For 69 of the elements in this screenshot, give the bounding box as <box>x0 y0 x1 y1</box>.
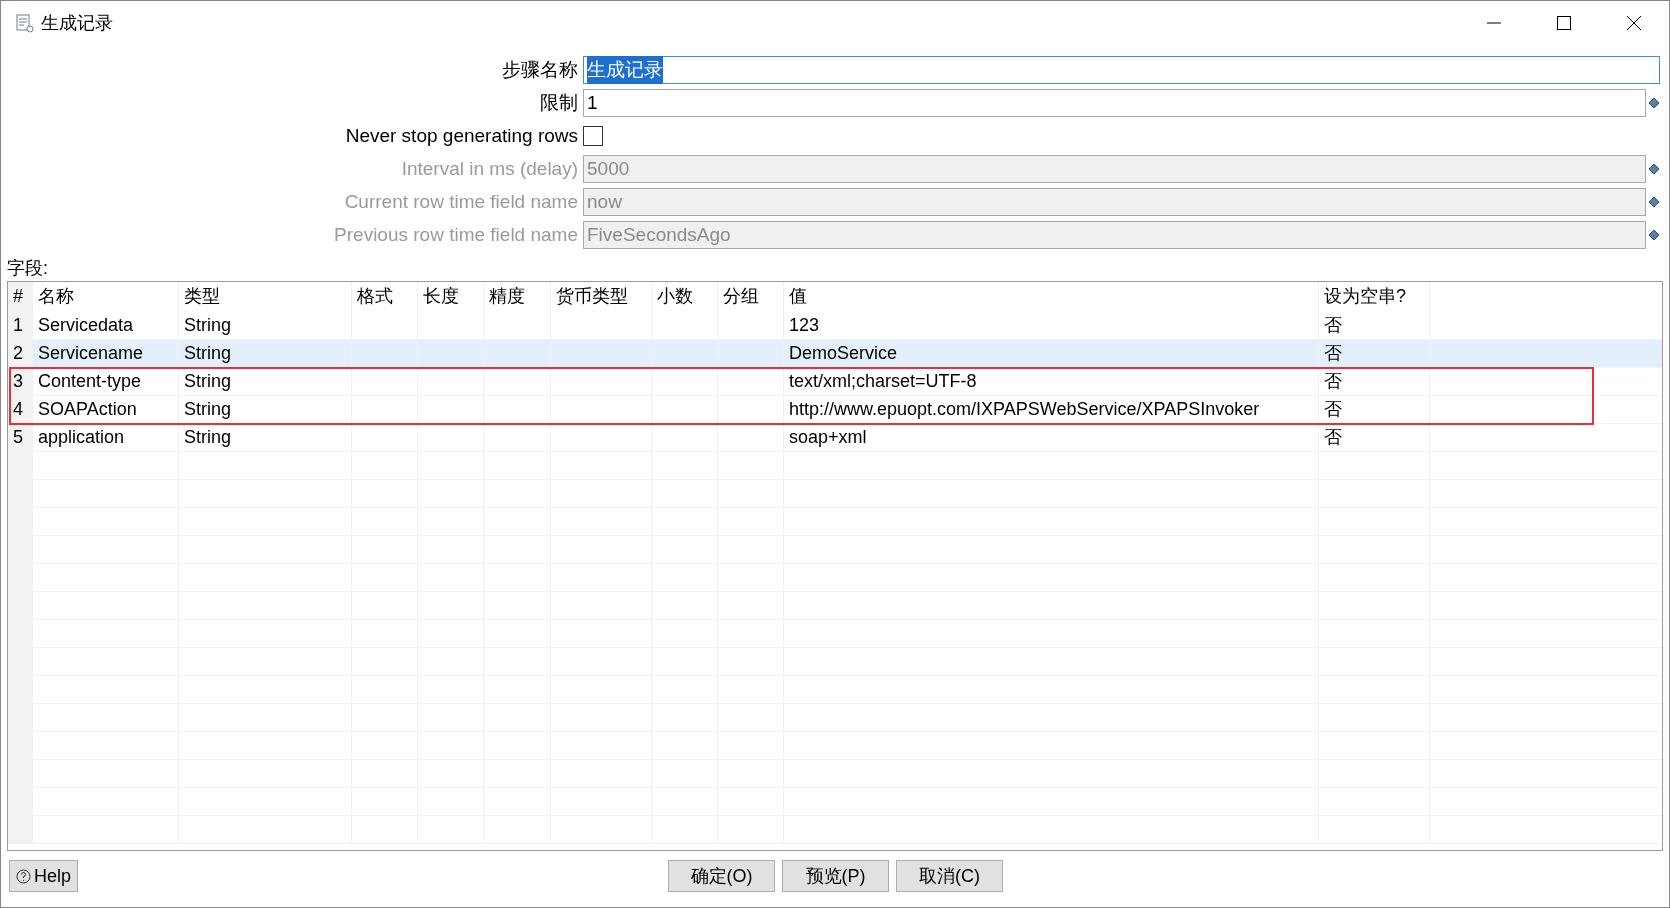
table-cell-text: http://www.epuopt.com/IXPAPSWebService/XPAPSInvoker <box>789 398 1260 421</box>
field-value: FiveSecondsAgo <box>587 222 731 247</box>
column-header[interactable]: 类型 <box>179 282 352 312</box>
maximize-icon <box>1556 15 1572 31</box>
table-cell-text: Servicedata <box>38 314 134 337</box>
input-field[interactable]: 生成记录 <box>583 56 1660 84</box>
column-header[interactable]: # <box>8 282 33 312</box>
checkbox[interactable] <box>583 126 603 146</box>
column-header[interactable]: 小数 <box>652 282 718 312</box>
field-label: Previous row time field name <box>333 222 579 247</box>
field-value: 1 <box>587 90 598 115</box>
column-header[interactable]: 设为空串? <box>1319 282 1430 312</box>
column-header[interactable]: 名称 <box>33 282 179 312</box>
field-value: now <box>587 189 622 214</box>
table-cell-text: 4 <box>13 398 23 421</box>
field-label: Current row time field name <box>343 189 579 214</box>
table-row[interactable]: 3 Content-type String text/xml;charset=UTF-8 否 <box>8 368 1662 396</box>
table-cell-text: 123 <box>789 314 820 337</box>
field-label: 步骤名称 <box>501 57 579 82</box>
table-cell-text: 2 <box>13 342 23 365</box>
table-cell-text: 3 <box>13 370 23 393</box>
table-cell-text: 否 <box>1324 342 1342 365</box>
column-header[interactable]: 货币类型 <box>551 282 652 312</box>
document-icon <box>15 13 35 33</box>
table-cell-text: 1 <box>13 314 23 337</box>
field-value: 5000 <box>587 156 630 181</box>
table-cell-text: 否 <box>1324 314 1342 337</box>
table-cell-text: String <box>184 398 232 421</box>
field-value: 生成记录 <box>587 55 663 85</box>
table-row[interactable]: 2 Servicename String DemoService 否 <box>8 340 1662 368</box>
dialog-button[interactable]: 取消(C) <box>896 860 1003 892</box>
table-cell-text: application <box>38 426 125 449</box>
column-header[interactable]: 精度 <box>484 282 551 312</box>
variable-icon <box>1648 97 1660 109</box>
window-title: 生成记录 <box>41 11 113 35</box>
input-field[interactable]: 1 <box>583 89 1646 117</box>
field-label: 限制 <box>539 90 579 115</box>
table-cell-text: 否 <box>1324 426 1342 449</box>
table-cell-text: String <box>184 342 232 365</box>
table-cell-text: 否 <box>1324 398 1342 421</box>
table-cell-text: String <box>184 314 232 337</box>
table-cell-text: text/xml;charset=UTF-8 <box>789 370 977 393</box>
table-cell-text: Servicename <box>38 342 144 365</box>
table-cell-text: soap+xml <box>789 426 867 449</box>
table-cell-text: String <box>184 370 232 393</box>
help-icon <box>16 868 31 884</box>
field-label: Interval in ms (delay) <box>400 156 579 181</box>
table-row[interactable]: 4 SOAPAction String http://www.epuopt.com/IXPAPSWebService/XPAPSInvoker 否 <box>8 396 1662 424</box>
section-label: 字段: <box>7 257 48 279</box>
column-header[interactable]: 长度 <box>418 282 484 312</box>
close-icon <box>1626 15 1642 31</box>
column-header[interactable]: 分组 <box>718 282 784 312</box>
variable-icon <box>1648 229 1660 241</box>
table-cell-text: DemoService <box>789 342 898 365</box>
dialog-button[interactable]: 预览(P) <box>782 860 889 892</box>
column-header[interactable]: 值 <box>784 282 1319 312</box>
table-cell-text: Content-type <box>38 370 142 393</box>
dialog-button[interactable]: 确定(O) <box>668 860 775 892</box>
table-cell-text: 否 <box>1324 370 1342 393</box>
table-cell-text: String <box>184 426 232 449</box>
variable-icon <box>1648 196 1660 208</box>
field-label: Never stop generating rows <box>344 123 579 148</box>
table-cell-text: SOAPAction <box>38 398 137 421</box>
minimize-icon <box>1486 22 1502 24</box>
column-header[interactable]: 格式 <box>352 282 418 312</box>
help-button[interactable]: Help <box>9 860 79 892</box>
table-row[interactable]: 5 application String soap+xml 否 <box>8 424 1662 452</box>
table-cell-text: 5 <box>13 426 23 449</box>
variable-icon <box>1648 163 1660 175</box>
